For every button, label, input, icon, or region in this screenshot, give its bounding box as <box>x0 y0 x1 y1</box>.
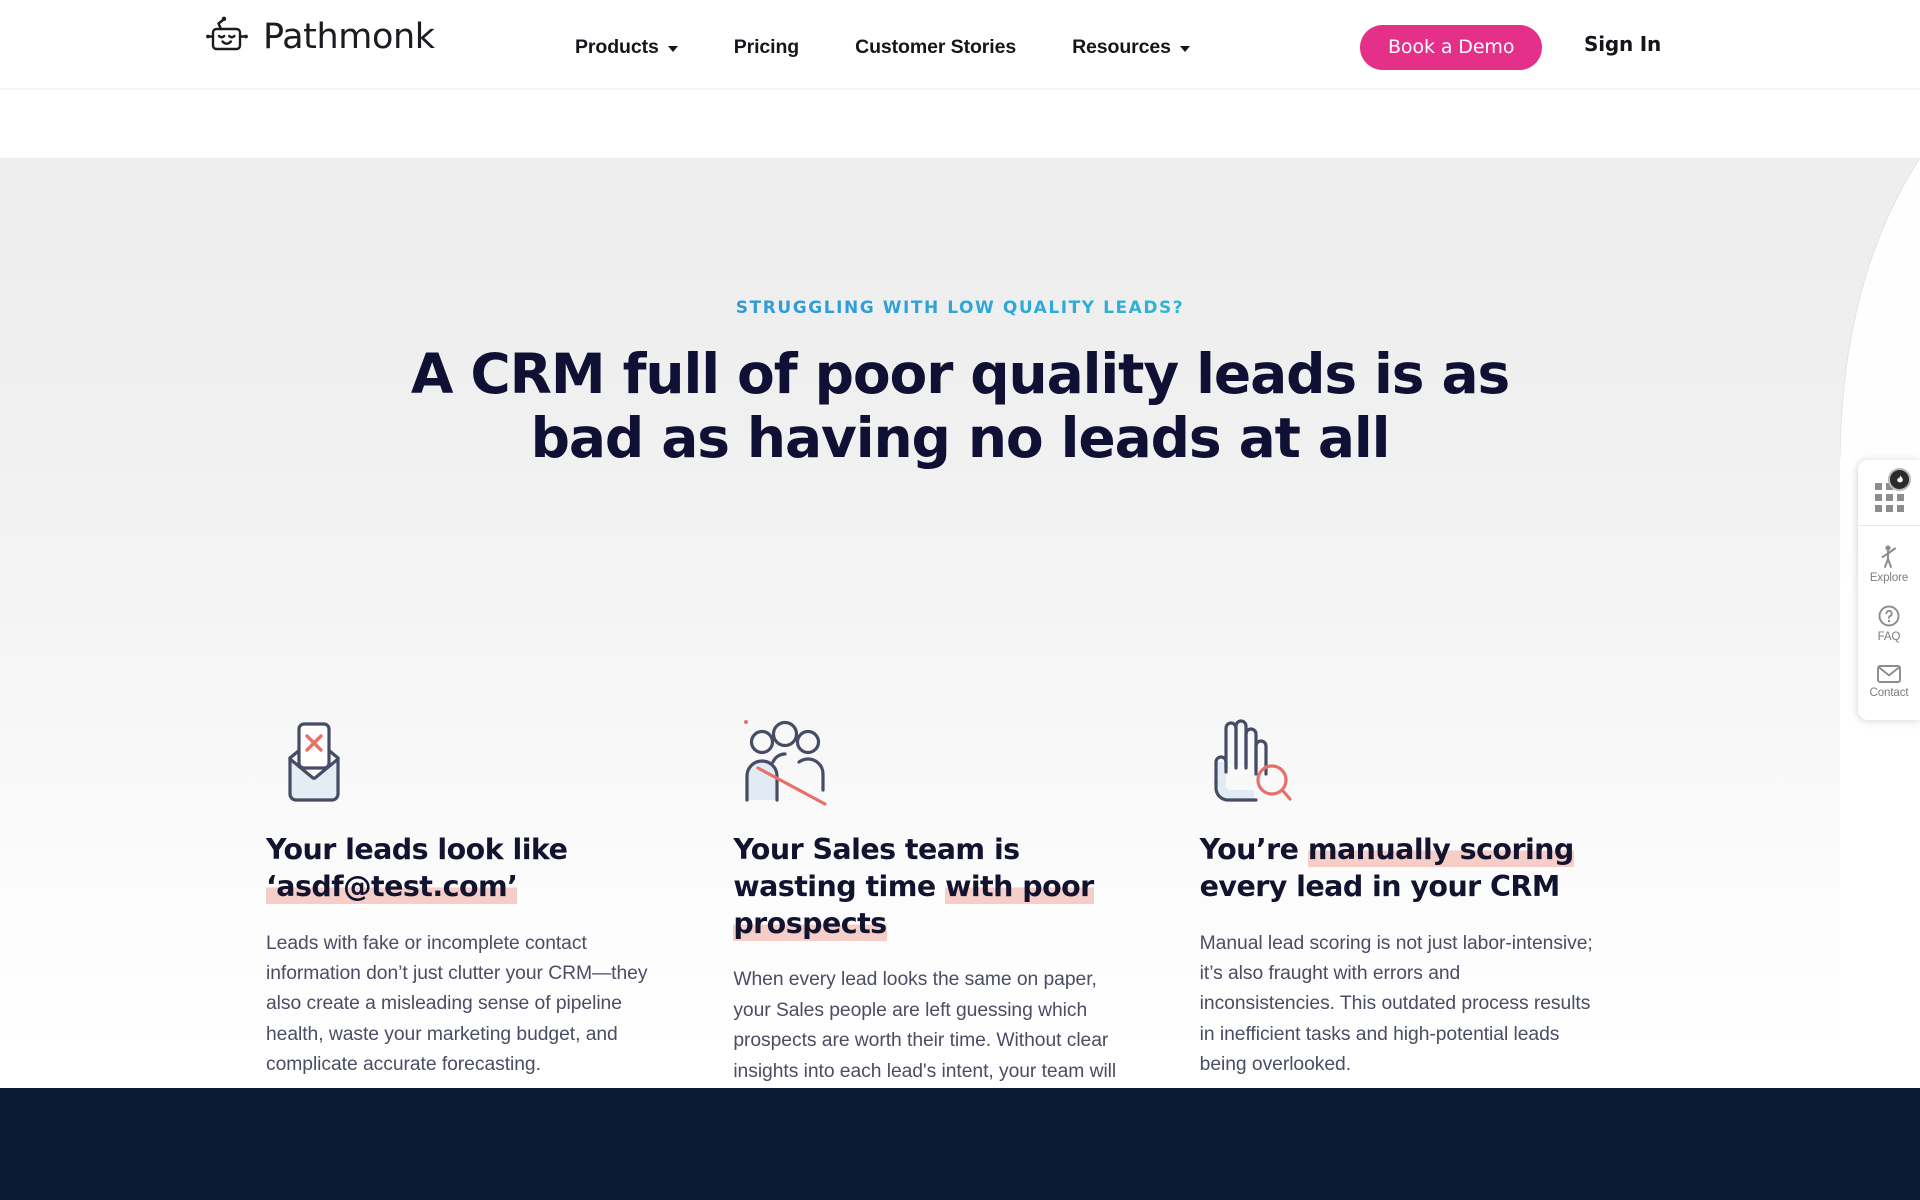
nav-resources-label: Resources <box>1072 36 1171 58</box>
card-title: You’re manually scoring every lead in yo… <box>1200 832 1596 906</box>
card-title-highlight: manually scoring <box>1307 833 1574 867</box>
pain-point-card: Your Sales team is wasting time with poo… <box>733 698 1199 1088</box>
hand-magnifier-icon <box>1200 698 1596 806</box>
header-gap-band <box>0 88 1920 158</box>
pain-point-card: Your leads look like ‘asdf@test.com’ Lea… <box>266 698 732 1088</box>
brand-logo[interactable]: Pathmonk <box>204 14 435 60</box>
site-header: Pathmonk Products Pricing Customer Stori… <box>0 0 1920 88</box>
nav-customer-stories[interactable]: Customer Stories <box>855 30 1016 65</box>
pain-points-section: STRUGGLING WITH LOW QUALITY LEADS? A CRM… <box>0 158 1920 1088</box>
card-title-tail: every lead in your CRM <box>1199 869 1561 903</box>
card-title: Your Sales team is wasting time with poo… <box>733 832 1129 942</box>
section-eyebrow: STRUGGLING WITH LOW QUALITY LEADS? <box>0 298 1920 318</box>
pain-point-cards: Your leads look like ‘asdf@test.com’ Lea… <box>266 698 1666 1088</box>
card-title: Your leads look like ‘asdf@test.com’ <box>266 832 662 906</box>
main-nav: Products Pricing Customer Stories Resour… <box>575 30 1190 65</box>
widget-item-faq[interactable]: FAQ <box>1858 593 1920 652</box>
nav-pricing[interactable]: Pricing <box>733 30 800 65</box>
page-title: A CRM full of poor quality leads is as b… <box>410 342 1510 470</box>
sign-in-link[interactable]: Sign In <box>1584 32 1661 56</box>
envelope-x-icon <box>266 698 662 806</box>
card-title-plain: Your leads look like <box>266 833 568 866</box>
card-body: When every lead looks the same on paper,… <box>733 969 1117 1082</box>
robot-logo-icon <box>206 16 248 51</box>
widget-item-label: Contact <box>1869 687 1909 699</box>
question-circle-icon <box>1878 605 1900 627</box>
card-body: Manual lead scoring is not just labor-in… <box>1199 932 1593 1076</box>
widget-item-contact[interactable]: Contact <box>1858 652 1920 708</box>
nav-products[interactable]: Products <box>575 30 678 65</box>
nav-customer-stories-label: Customer Stories <box>855 36 1017 58</box>
chevron-down-icon <box>667 46 678 52</box>
card-title-highlight: ‘asdf@test.com’ <box>266 869 518 904</box>
widget-item-label: Explore <box>1869 572 1909 584</box>
envelope-icon <box>1877 665 1901 683</box>
nav-products-label: Products <box>575 36 659 58</box>
widget-item-label: FAQ <box>1877 631 1901 643</box>
chevron-down-icon <box>1179 46 1190 52</box>
widget-item-explore[interactable]: Explore <box>1858 532 1920 593</box>
people-slash-icon <box>733 698 1129 806</box>
pathmonk-assistant-widget: Explore FAQ Contact <box>1858 460 1920 720</box>
card-title-plain: You’re <box>1199 833 1308 866</box>
nav-pricing-label: Pricing <box>733 36 800 58</box>
explore-person-icon <box>1881 545 1896 568</box>
book-a-demo-button[interactable]: Book a Demo <box>1360 25 1543 70</box>
flame-badge-icon <box>1888 468 1911 491</box>
footer-gradient-band <box>0 1088 1920 1200</box>
widget-toggle-button[interactable] <box>1858 468 1920 526</box>
nav-resources[interactable]: Resources <box>1072 30 1190 65</box>
card-body: Leads with fake or incomplete contact in… <box>266 932 648 1076</box>
brand-name: Pathmonk <box>263 16 435 57</box>
pain-point-card: You’re manually scoring every lead in yo… <box>1200 698 1666 1088</box>
page-root: Pathmonk Products Pricing Customer Stori… <box>0 0 1920 1200</box>
